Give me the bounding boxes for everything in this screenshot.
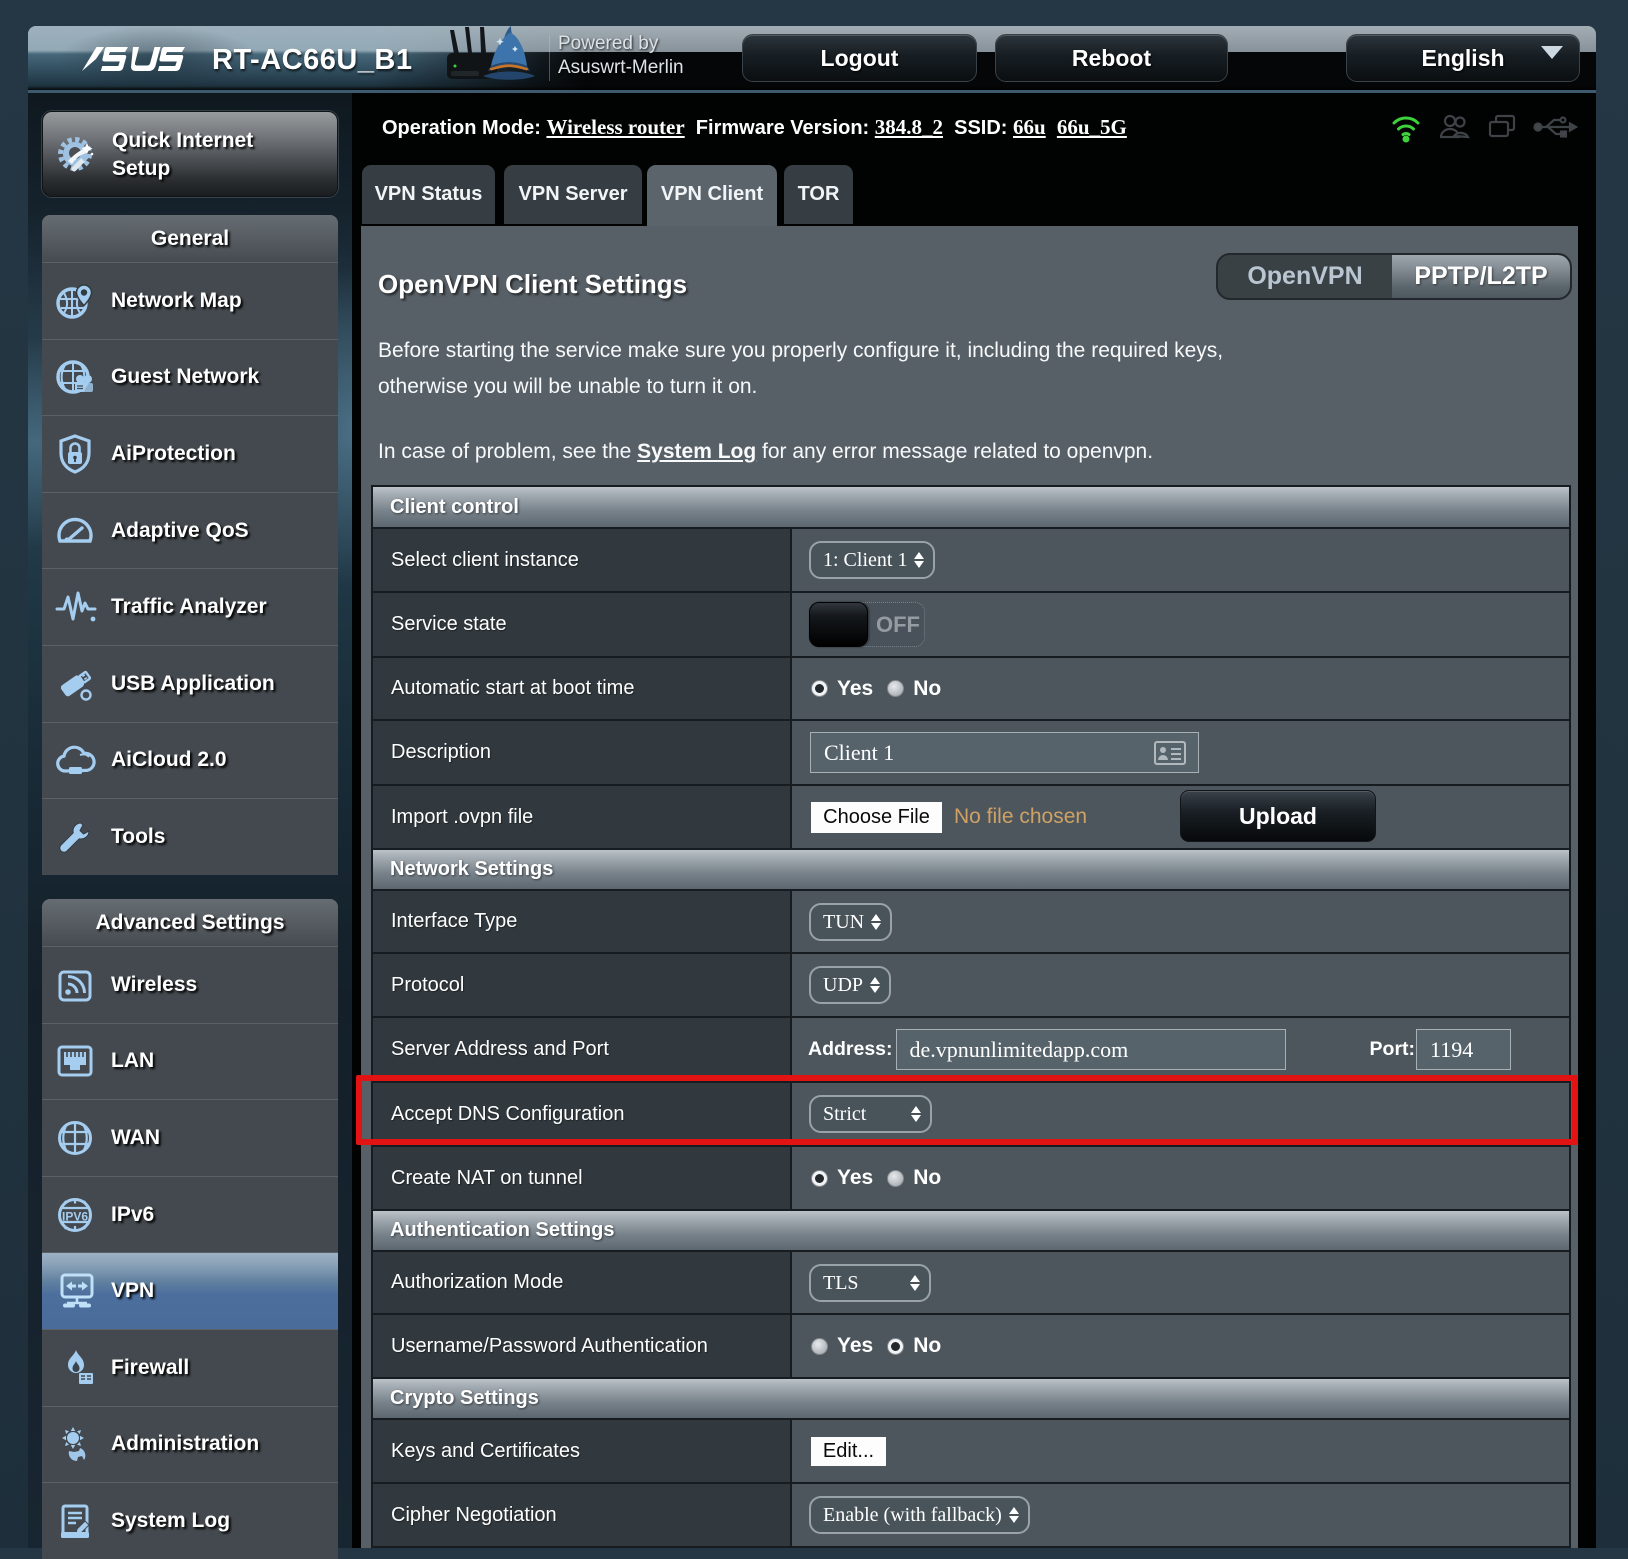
svg-text:IPV6: IPV6 [62,1209,88,1223]
